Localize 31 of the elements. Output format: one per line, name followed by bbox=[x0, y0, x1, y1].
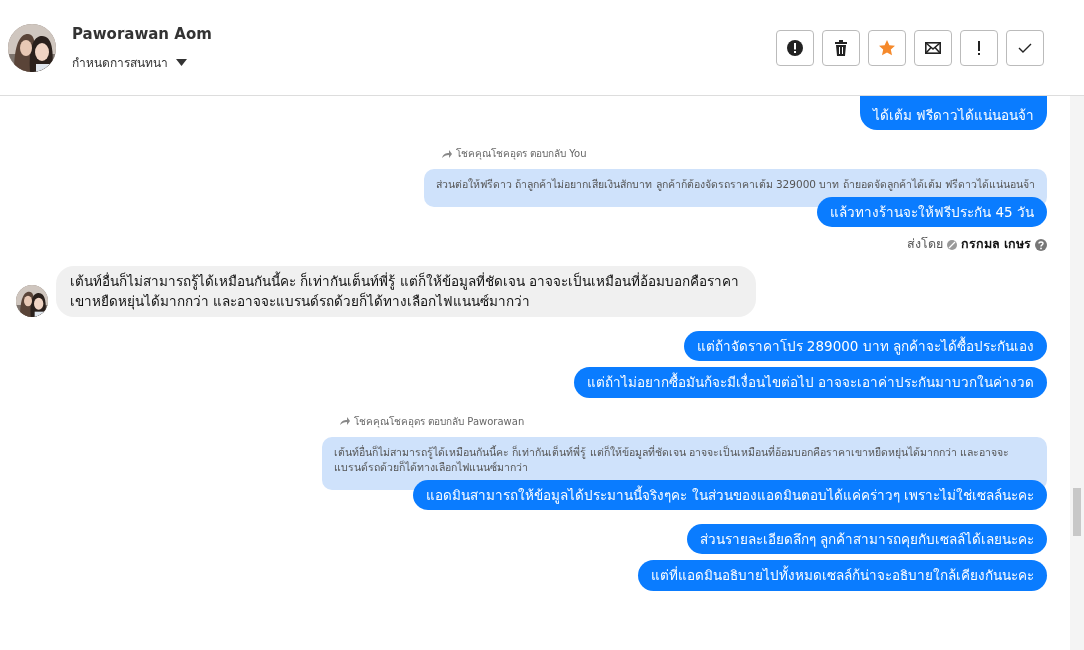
message-bubble: เต้นท์อื่นก็ไม่สามารถรู้ได้เหมือนกันนี้คะ ก็เท่ากันเต็นท์พี่รู้ แต่ก็ให้ข้อมูลที่ชัดเจน อาจจะเป็นเหมือนที่อ้อมบอกคือราคาเขาหยืดหยุ่นได้มากกว่า และอาจจะแบรนด์รถด้วยก็ได้ทางเลือกไฟแนนซ์มากว่า bbox=[56, 265, 756, 318]
avatar bbox=[16, 285, 48, 318]
status-icon bbox=[946, 239, 957, 250]
message-bubble: แล้วทางร้านจะให้ฟรีประกัน 45 วัน bbox=[817, 196, 1047, 228]
sender-name: กรกมล เกษร bbox=[960, 235, 1031, 254]
help-icon[interactable] bbox=[1035, 238, 1047, 251]
alert-button[interactable] bbox=[776, 29, 814, 66]
avatar bbox=[8, 23, 56, 72]
done-button[interactable] bbox=[1006, 29, 1044, 66]
delete-button[interactable] bbox=[822, 29, 860, 66]
star-icon bbox=[879, 39, 895, 56]
mail-button[interactable] bbox=[914, 29, 952, 66]
reply-icon bbox=[441, 149, 452, 158]
reply-label: โชคคุณโชคอุดร ตอบกลับ Paworawan bbox=[340, 413, 1047, 429]
star-button[interactable] bbox=[868, 29, 906, 66]
trash-icon bbox=[833, 39, 849, 56]
reply-label: โชคคุณโชคอุดร ตอบกลับ You bbox=[441, 146, 1047, 162]
sent-by-label: ส่งโดย bbox=[906, 235, 943, 254]
mail-icon bbox=[925, 39, 941, 56]
caret-icon bbox=[176, 59, 187, 67]
message-bubble: แต่ที่แอดมินอธิบายไปทั้งหมดเซลล์ก้น่าจะอธิบายใกล้เคียงกันนะคะ bbox=[638, 560, 1047, 591]
message-bubble: ได้เต้ม ฟรีดาวได้แน่นอนจ้า bbox=[859, 96, 1047, 131]
contact-name: Paworawan Aom bbox=[72, 24, 212, 46]
message-bubble: แอดมินสามารถให้ข้อมูลได้ประมานนี้จริงๆคะ ในส่วนของแอดมินตอบได้แค่คร่าวๆ เพราะไม่ใช่เซลล์นะคะ bbox=[413, 480, 1047, 511]
message-bubble: แต่ถ้าไม่อยากซื้อมันก้จะมีเงื่อนไขต่อไป อาจจะเอาค่าประกันมาบวกในค่างวด bbox=[573, 367, 1047, 398]
message-bubble: แต่ถ้าจัดราคาโปร 289000 บาท ลูกค้าจะได้ซื้อประกันเอง bbox=[683, 331, 1047, 362]
reply-icon bbox=[340, 417, 350, 425]
alert-icon bbox=[787, 39, 803, 56]
message-bubble: ส่วนรายละเอียดลึกๆ ลูกค้าสามารถคุยกับเซลล์ได้เลยนะคะ bbox=[686, 524, 1047, 555]
conversation-dropdown[interactable]: กำหนดการสนทนา bbox=[72, 53, 212, 72]
scrollbar-thumb[interactable] bbox=[1073, 488, 1081, 536]
